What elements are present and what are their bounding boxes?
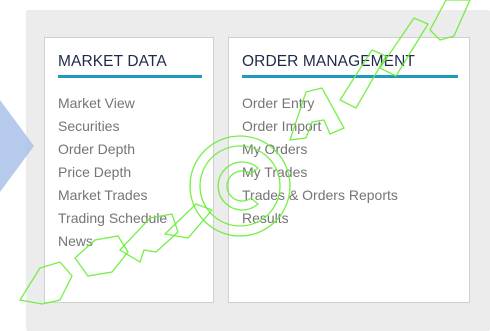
order-management-items: Order Entry Order Import My Orders My Tr… <box>242 92 398 230</box>
market-data-items: Market View Securities Order Depth Price… <box>58 92 167 253</box>
order-management-menu: ORDER MANAGEMENT Order Entry Order Impor… <box>228 37 470 303</box>
left-arrow-icon[interactable] <box>0 100 34 192</box>
market-data-title-underline <box>58 75 202 78</box>
menu-item-results[interactable]: Results <box>242 207 398 230</box>
menu-item-trades-orders-reports[interactable]: Trades & Orders Reports <box>242 184 398 207</box>
market-data-menu: MARKET DATA Market View Securities Order… <box>44 37 214 303</box>
market-data-title: MARKET DATA <box>58 53 167 70</box>
menu-item-order-depth[interactable]: Order Depth <box>58 138 167 161</box>
menu-item-my-orders[interactable]: My Orders <box>242 138 398 161</box>
menu-item-price-depth[interactable]: Price Depth <box>58 161 167 184</box>
order-management-title: ORDER MANAGEMENT <box>242 53 415 70</box>
menu-item-market-trades[interactable]: Market Trades <box>58 184 167 207</box>
menu-item-market-view[interactable]: Market View <box>58 92 167 115</box>
order-management-title-underline <box>242 75 458 78</box>
menu-item-securities[interactable]: Securities <box>58 115 167 138</box>
menu-item-order-import[interactable]: Order Import <box>242 115 398 138</box>
menu-item-trading-schedule[interactable]: Trading Schedule <box>58 207 167 230</box>
menu-item-order-entry[interactable]: Order Entry <box>242 92 398 115</box>
menu-item-news[interactable]: News <box>58 230 167 253</box>
menu-item-my-trades[interactable]: My Trades <box>242 161 398 184</box>
